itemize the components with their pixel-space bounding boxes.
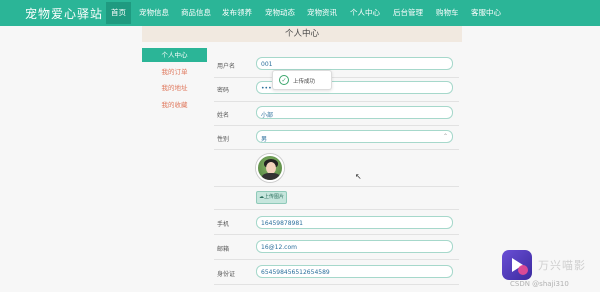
logo-blob — [518, 265, 528, 275]
page-title: 个人中心 — [284, 29, 319, 39]
row-divider — [214, 149, 459, 150]
nav-item-pet-dynamics[interactable]: 宠物动态 — [265, 7, 295, 18]
upload-image-label: 上传图片 — [263, 194, 284, 200]
name-label: 姓名 — [217, 112, 230, 119]
sidebar-item-personal-center[interactable]: 个人中心 — [142, 48, 207, 62]
password-label: 密码 — [217, 87, 230, 94]
avatar-body — [262, 173, 280, 180]
row-divider — [214, 101, 459, 102]
mouse-cursor-icon: ↖ — [355, 172, 362, 181]
phone-label: 手机 — [217, 221, 230, 228]
row-divider — [214, 125, 459, 126]
row-divider — [214, 234, 459, 235]
upload-image-button[interactable]: ☁上传图片 — [256, 191, 287, 204]
avatar — [256, 154, 284, 182]
top-nav-bar: 宠物爱心驿站 首页 宠物信息 商品信息 发布领养 宠物动态 宠物资讯 个人中心 … — [0, 0, 600, 26]
nav-item-customer-service[interactable]: 客服中心 — [471, 7, 501, 18]
toast-message: 上传成功 — [293, 79, 316, 85]
email-field[interactable]: 16@12.com — [256, 240, 453, 253]
nav-item-pet-info[interactable]: 宠物信息 — [139, 7, 169, 18]
sidebar-item-my-address[interactable]: 我的地址 — [142, 81, 207, 95]
site-brand[interactable]: 宠物爱心驿站 — [25, 5, 103, 22]
chevron-up-icon: ⌃ — [442, 133, 448, 140]
nav-item-home[interactable]: 首页 — [106, 2, 131, 24]
gender-select-value: 男 — [261, 136, 268, 143]
username-field[interactable]: 001 — [256, 57, 453, 70]
watermark-app-name: 万兴喵影 — [538, 259, 586, 272]
email-label: 邮箱 — [217, 246, 230, 253]
nav-item-personal-center[interactable]: 个人中心 — [350, 7, 380, 18]
sidebar-item-my-favorites[interactable]: 我的收藏 — [142, 98, 207, 112]
watermark-csdn: CSDN @shaji310 — [510, 280, 569, 288]
nav-item-cart[interactable]: 购物车 — [436, 7, 459, 18]
row-divider — [214, 77, 459, 78]
username-label: 用户名 — [217, 63, 236, 70]
name-field[interactable]: 小部 — [256, 106, 453, 119]
row-divider — [214, 284, 459, 285]
video-editor-logo-icon — [502, 250, 532, 280]
upload-success-toast: ✓ 上传成功 — [272, 70, 332, 90]
phone-field[interactable]: 16459878981 — [256, 216, 453, 229]
gender-label: 性别 — [217, 136, 230, 143]
row-divider — [214, 186, 459, 187]
id-card-label: 身份证 — [217, 271, 236, 278]
gender-select[interactable]: 男 ⌃ — [256, 130, 453, 143]
nav-item-admin[interactable]: 后台管理 — [393, 7, 423, 18]
row-divider — [214, 259, 459, 260]
nav-item-publish-adoption[interactable]: 发布领养 — [222, 7, 252, 18]
nav-item-goods-info[interactable]: 商品信息 — [181, 7, 211, 18]
success-check-icon: ✓ — [279, 75, 289, 85]
row-divider — [214, 209, 459, 210]
id-card-field[interactable]: 654598456512654589 — [256, 265, 453, 278]
nav-item-pet-news[interactable]: 宠物资讯 — [307, 7, 337, 18]
sidebar-item-my-orders[interactable]: 我的订单 — [142, 65, 207, 79]
